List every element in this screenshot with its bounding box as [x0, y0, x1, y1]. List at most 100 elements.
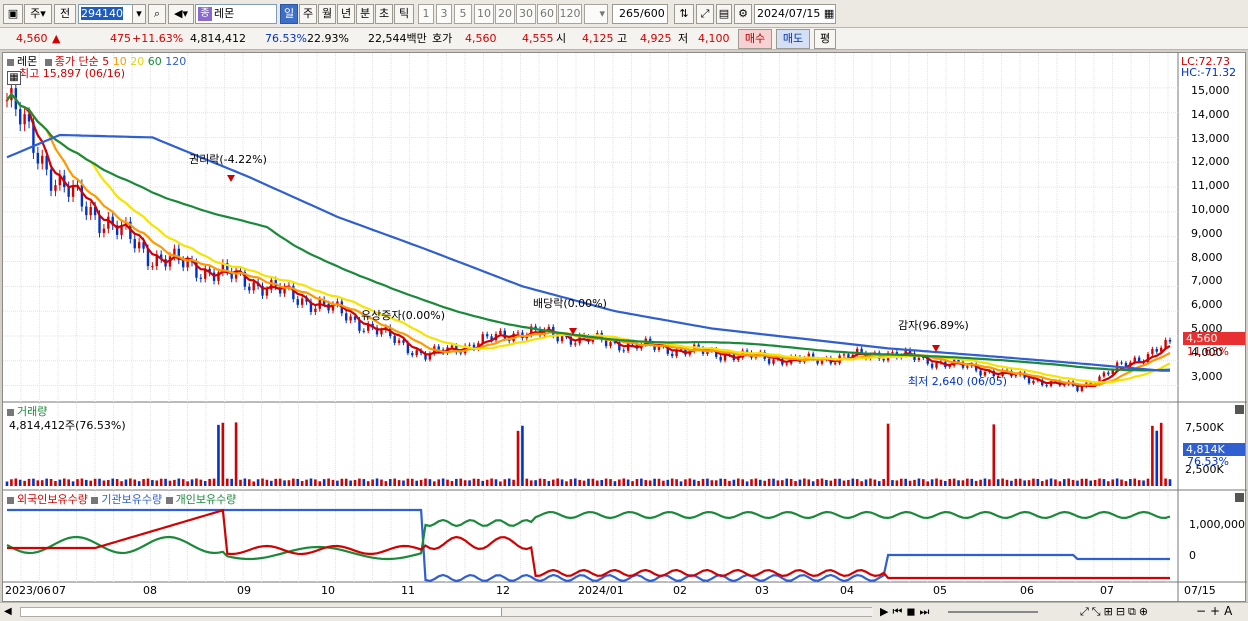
grid-icon[interactable]: ▦: [7, 71, 21, 85]
tab-month[interactable]: 월: [318, 4, 336, 24]
chart-svg: [3, 53, 1247, 603]
stock-code-input[interactable]: 294140: [78, 4, 138, 24]
x-axis-label: 2023/06: [5, 584, 51, 597]
zoom-slider[interactable]: [948, 611, 1038, 613]
scroll-track[interactable]: [20, 607, 873, 617]
interval-1[interactable]: 1: [418, 4, 434, 24]
search-icon[interactable]: ⌕: [148, 4, 166, 24]
date-field[interactable]: 2024/07/15 ▦: [754, 4, 836, 24]
x-axis-label: 04: [840, 584, 854, 597]
candle-body: [1080, 386, 1084, 391]
tool-icons[interactable]: ⤢⤡⊞⊟⧉⊕: [1080, 605, 1151, 619]
bottom-scrollbar[interactable]: ◀ ▶⏮◼⏭ ⤢⤡⊞⊟⧉⊕ −+A: [0, 602, 1248, 621]
volume-bar: [600, 480, 604, 486]
playback-controls[interactable]: ▶⏮◼⏭: [880, 605, 933, 619]
interval-3[interactable]: 3: [436, 4, 452, 24]
interval-30[interactable]: 30: [516, 4, 536, 24]
volume-panel-icon[interactable]: [7, 408, 14, 416]
interval-20[interactable]: 20: [495, 4, 515, 24]
volume-bar: [1067, 478, 1070, 486]
institution-icon[interactable]: [91, 496, 99, 504]
volume-bar: [371, 479, 374, 486]
tab-day[interactable]: 일: [280, 4, 298, 24]
volume-bar: [137, 481, 141, 486]
candle-body: [67, 186, 70, 197]
candle-body: [604, 340, 608, 347]
tab-year[interactable]: 년: [337, 4, 355, 24]
type-select[interactable]: 전: [54, 4, 76, 24]
indicator-icon[interactable]: ⇅: [674, 4, 694, 24]
volume-bar: [49, 478, 53, 486]
candle-body: [1155, 349, 1158, 352]
candle-body: [772, 359, 775, 364]
count-field[interactable]: 265/600: [612, 4, 668, 24]
holding-tick-1m: 1,000,000: [1189, 518, 1245, 531]
name-badge: 종: [198, 7, 212, 21]
close-volume-panel-icon[interactable]: [1235, 405, 1244, 414]
individual-holding-label: 개인보유수량: [175, 493, 237, 506]
candle-body: [98, 215, 101, 233]
volume-bar: [252, 481, 255, 486]
draw-tool-icon[interactable]: ⤢: [696, 4, 714, 24]
interval-5[interactable]: 5: [454, 4, 472, 24]
volume-bar: [93, 478, 97, 486]
volume-bar: [300, 481, 304, 486]
volume-bar: [155, 480, 159, 486]
volume-bar: [935, 478, 938, 486]
interval-custom-input[interactable]: ▾: [584, 4, 608, 24]
volume-bar: [833, 478, 837, 486]
volume-bar: [27, 478, 31, 486]
scroll-left-icon[interactable]: ◀: [4, 605, 18, 619]
x-axis-label: 12: [496, 584, 510, 597]
ma-icon[interactable]: [44, 58, 52, 66]
volume-bar: [882, 479, 885, 486]
volume-bar: [908, 480, 912, 486]
tab-week[interactable]: 주: [299, 4, 317, 24]
high-value: 4,925: [640, 32, 672, 45]
zoom-controls[interactable]: −+A: [1196, 604, 1236, 618]
volume-bar: [327, 478, 330, 486]
close-holding-panel-icon[interactable]: [1235, 493, 1244, 502]
candle-body: [41, 155, 44, 164]
tab-minute[interactable]: 분: [356, 4, 374, 24]
volume-bar: [741, 479, 744, 486]
settings-icon[interactable]: ⚙: [734, 4, 752, 24]
layout-icon[interactable]: ▣: [3, 4, 23, 24]
period-select[interactable]: 주▾: [24, 4, 52, 24]
code-dropdown-button[interactable]: ▾: [132, 4, 146, 24]
candle-body: [411, 353, 414, 356]
chart-area[interactable]: 레몬 종가 단순 5 10 20 60 120 최고 15,897 (06/16…: [2, 52, 1247, 603]
volume-bar: [14, 478, 18, 486]
calendar-icon[interactable]: ▦: [824, 7, 834, 20]
ma-line-60: [6, 92, 1171, 372]
stock-name-field[interactable]: 종 레몬: [195, 4, 277, 24]
volume-bar: [102, 480, 106, 486]
individual-icon[interactable]: [165, 496, 173, 504]
interval-120[interactable]: 120: [558, 4, 582, 24]
candle-body: [719, 356, 722, 361]
volume-bar: [521, 425, 524, 486]
save-icon[interactable]: ▤: [716, 4, 732, 24]
scroll-thumb[interactable]: [501, 608, 873, 616]
volume-bar: [485, 479, 489, 486]
tab-second[interactable]: 초: [375, 4, 393, 24]
volume-bar: [181, 479, 185, 486]
sell-button[interactable]: 매도: [776, 29, 810, 49]
volume-bar: [256, 479, 260, 486]
holding-panel-icon[interactable]: [7, 496, 14, 504]
volume-bar: [58, 479, 62, 486]
avg-button[interactable]: 평: [814, 29, 836, 49]
volume-bar: [1058, 481, 1062, 486]
panel-icon[interactable]: [7, 58, 14, 66]
quote-change: 475: [110, 32, 131, 45]
interval-10[interactable]: 10: [474, 4, 494, 24]
speaker-icon[interactable]: ◀▾: [168, 4, 194, 24]
buy-button[interactable]: 매수: [738, 29, 772, 49]
candle-body: [468, 344, 471, 346]
volume-bar: [952, 478, 956, 486]
volume-bar: [860, 481, 863, 486]
tab-tick[interactable]: 틱: [394, 4, 414, 24]
interval-60[interactable]: 60: [537, 4, 557, 24]
candle-body: [199, 277, 203, 279]
volume-bar: [358, 478, 361, 486]
